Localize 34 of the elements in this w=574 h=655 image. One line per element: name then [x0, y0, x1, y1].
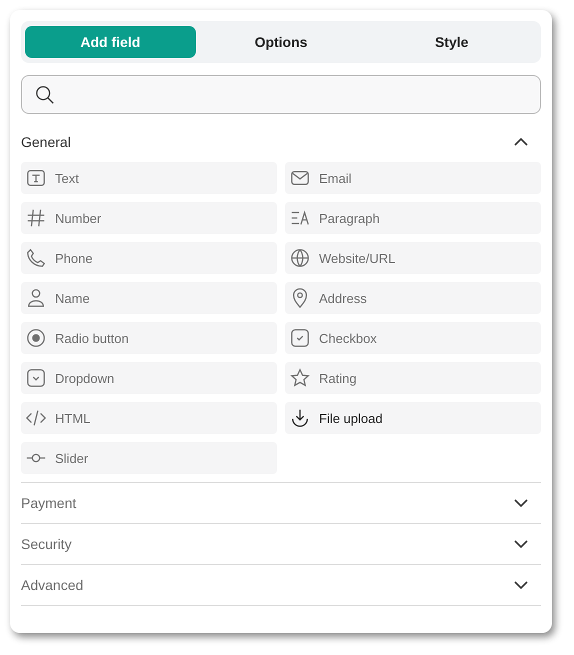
radio-button-icon — [25, 327, 47, 349]
field-type-button[interactable]: Name — [21, 282, 277, 314]
field-type-button[interactable]: Paragraph — [285, 202, 541, 234]
field-type-button[interactable]: Slider — [21, 442, 277, 474]
globe-icon — [289, 247, 311, 269]
text-field-icon — [25, 167, 47, 189]
search-icon — [34, 84, 56, 106]
field-type-button[interactable]: Rating — [285, 362, 541, 394]
field-type-button[interactable]: Radio button — [21, 322, 277, 354]
field-type-button[interactable]: Text — [21, 162, 277, 194]
star-icon — [289, 367, 311, 389]
dropdown-icon — [25, 367, 47, 389]
field-type-button[interactable]: HTML — [21, 402, 277, 434]
field-type-button[interactable]: Checkbox — [285, 322, 541, 354]
section-title: Advanced — [21, 577, 84, 593]
tab[interactable]: Style — [366, 26, 538, 58]
section-title: Security — [21, 536, 72, 552]
field-type-button[interactable]: Website/URL — [285, 242, 541, 274]
download-icon — [289, 407, 311, 429]
field-type-button[interactable]: File upload — [285, 402, 541, 434]
field-type-button[interactable]: Phone — [21, 242, 277, 274]
tab[interactable]: Options — [196, 26, 366, 58]
checkbox-icon — [289, 327, 311, 349]
field-type-button[interactable]: Number — [21, 202, 277, 234]
phone-icon — [25, 247, 47, 269]
hash-icon — [25, 207, 47, 229]
field-type-button[interactable]: Address — [285, 282, 541, 314]
tab[interactable]: Add field — [25, 26, 196, 58]
field-type-button[interactable]: Email — [285, 162, 541, 194]
search-field[interactable] — [21, 75, 541, 114]
field-type-button[interactable]: Dropdown — [21, 362, 277, 394]
section-title: Payment — [21, 495, 76, 511]
section-title: General — [21, 134, 71, 150]
person-icon — [25, 287, 47, 309]
